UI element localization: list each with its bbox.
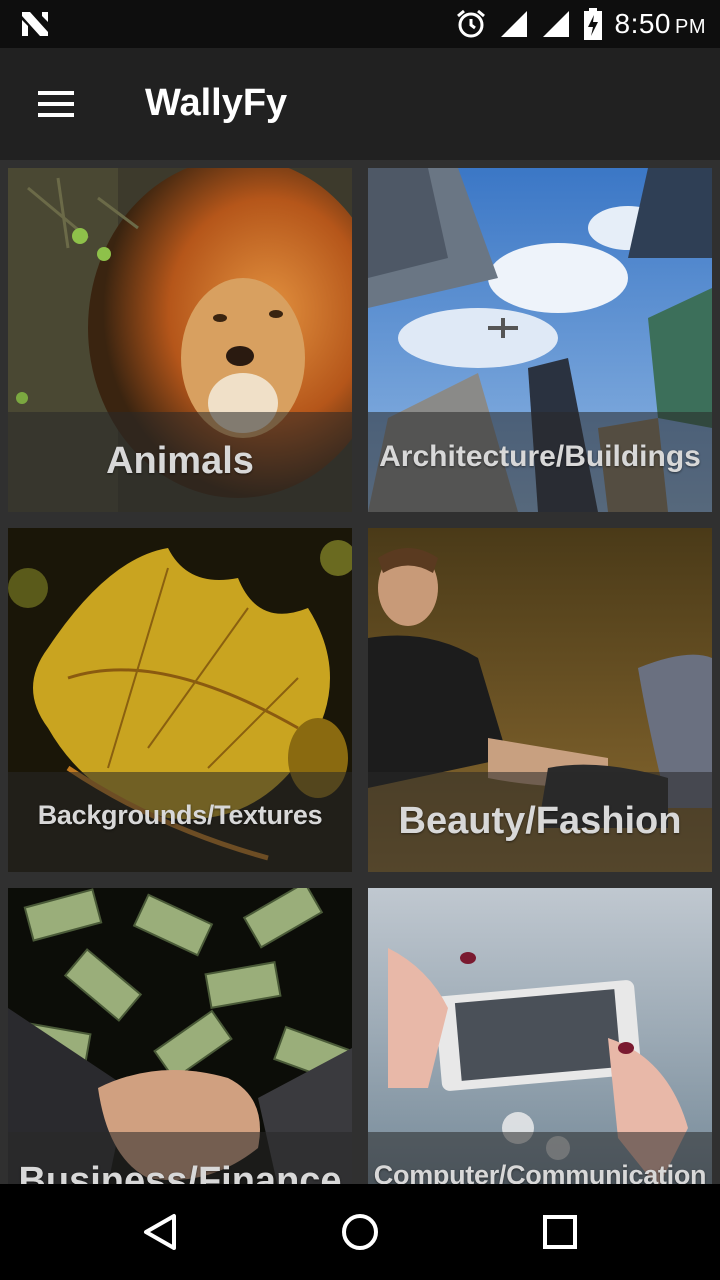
category-label: Beauty/Fashion <box>398 800 682 842</box>
category-label: Backgrounds/Textures <box>37 800 323 830</box>
category-tile-backgrounds[interactable]: Backgrounds/Textures <box>8 528 352 872</box>
home-icon[interactable] <box>336 1208 384 1256</box>
category-tile-computer[interactable]: Computer/Communication <box>368 888 712 1184</box>
category-label: Architecture/Buildings <box>379 440 701 473</box>
category-label: Business/Finance <box>18 1160 342 1184</box>
status-bar: 8:50 PM <box>0 0 720 48</box>
category-tile-animals[interactable]: Animals <box>8 168 352 512</box>
signal-icon <box>500 11 527 37</box>
signal-icon <box>542 11 569 37</box>
app-title: WallyFy <box>145 82 288 124</box>
category-tile-architecture[interactable]: Architecture/Buildings <box>368 168 712 512</box>
alarm-icon <box>456 9 485 38</box>
back-icon[interactable] <box>136 1208 184 1256</box>
category-label: Animals <box>106 440 254 482</box>
recents-icon[interactable] <box>536 1208 584 1256</box>
clock-ampm: PM <box>675 16 706 38</box>
clock-time: 8:50 <box>614 8 671 39</box>
menu-button[interactable] <box>28 80 84 128</box>
category-tile-beauty[interactable]: Beauty/Fashion <box>368 528 712 872</box>
hamburger-menu-icon <box>38 91 74 117</box>
app-bar: WallyFy <box>0 48 720 160</box>
n-logo-icon <box>22 12 48 36</box>
category-label: Computer/Communication <box>373 1160 707 1184</box>
category-grid[interactable]: Animals Architecture/Buildings Backgroun… <box>0 160 720 1184</box>
clock: 8:50 PM <box>615 8 707 40</box>
category-tile-business[interactable]: Business/Finance <box>8 888 352 1184</box>
navigation-bar <box>0 1184 720 1280</box>
battery-charging-icon <box>583 8 602 40</box>
